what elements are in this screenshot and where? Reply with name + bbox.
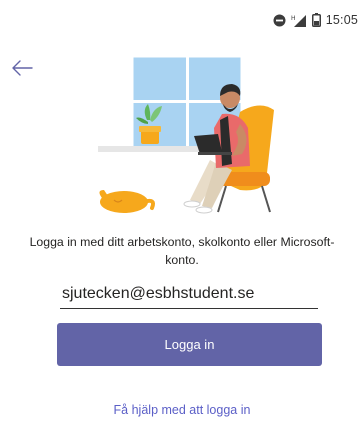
battery-icon (311, 13, 321, 27)
person-with-laptop-illustration (90, 52, 290, 222)
do-not-disturb-icon (273, 14, 286, 27)
signin-button[interactable]: Logga in (57, 323, 322, 366)
email-field[interactable] (60, 283, 318, 309)
status-icons: H 15:05 (273, 12, 358, 28)
status-bar: H 15:05 (0, 0, 364, 40)
help-link[interactable]: Få hjälp med att logga in (0, 403, 364, 417)
status-time: 15:05 (325, 13, 358, 27)
arrow-left-icon (10, 58, 34, 83)
svg-text:H: H (291, 15, 296, 22)
signin-prompt: Logga in med ditt arbetskonto, skolkonto… (29, 235, 335, 267)
back-button[interactable] (8, 56, 36, 84)
signal-icon: H (291, 14, 307, 27)
